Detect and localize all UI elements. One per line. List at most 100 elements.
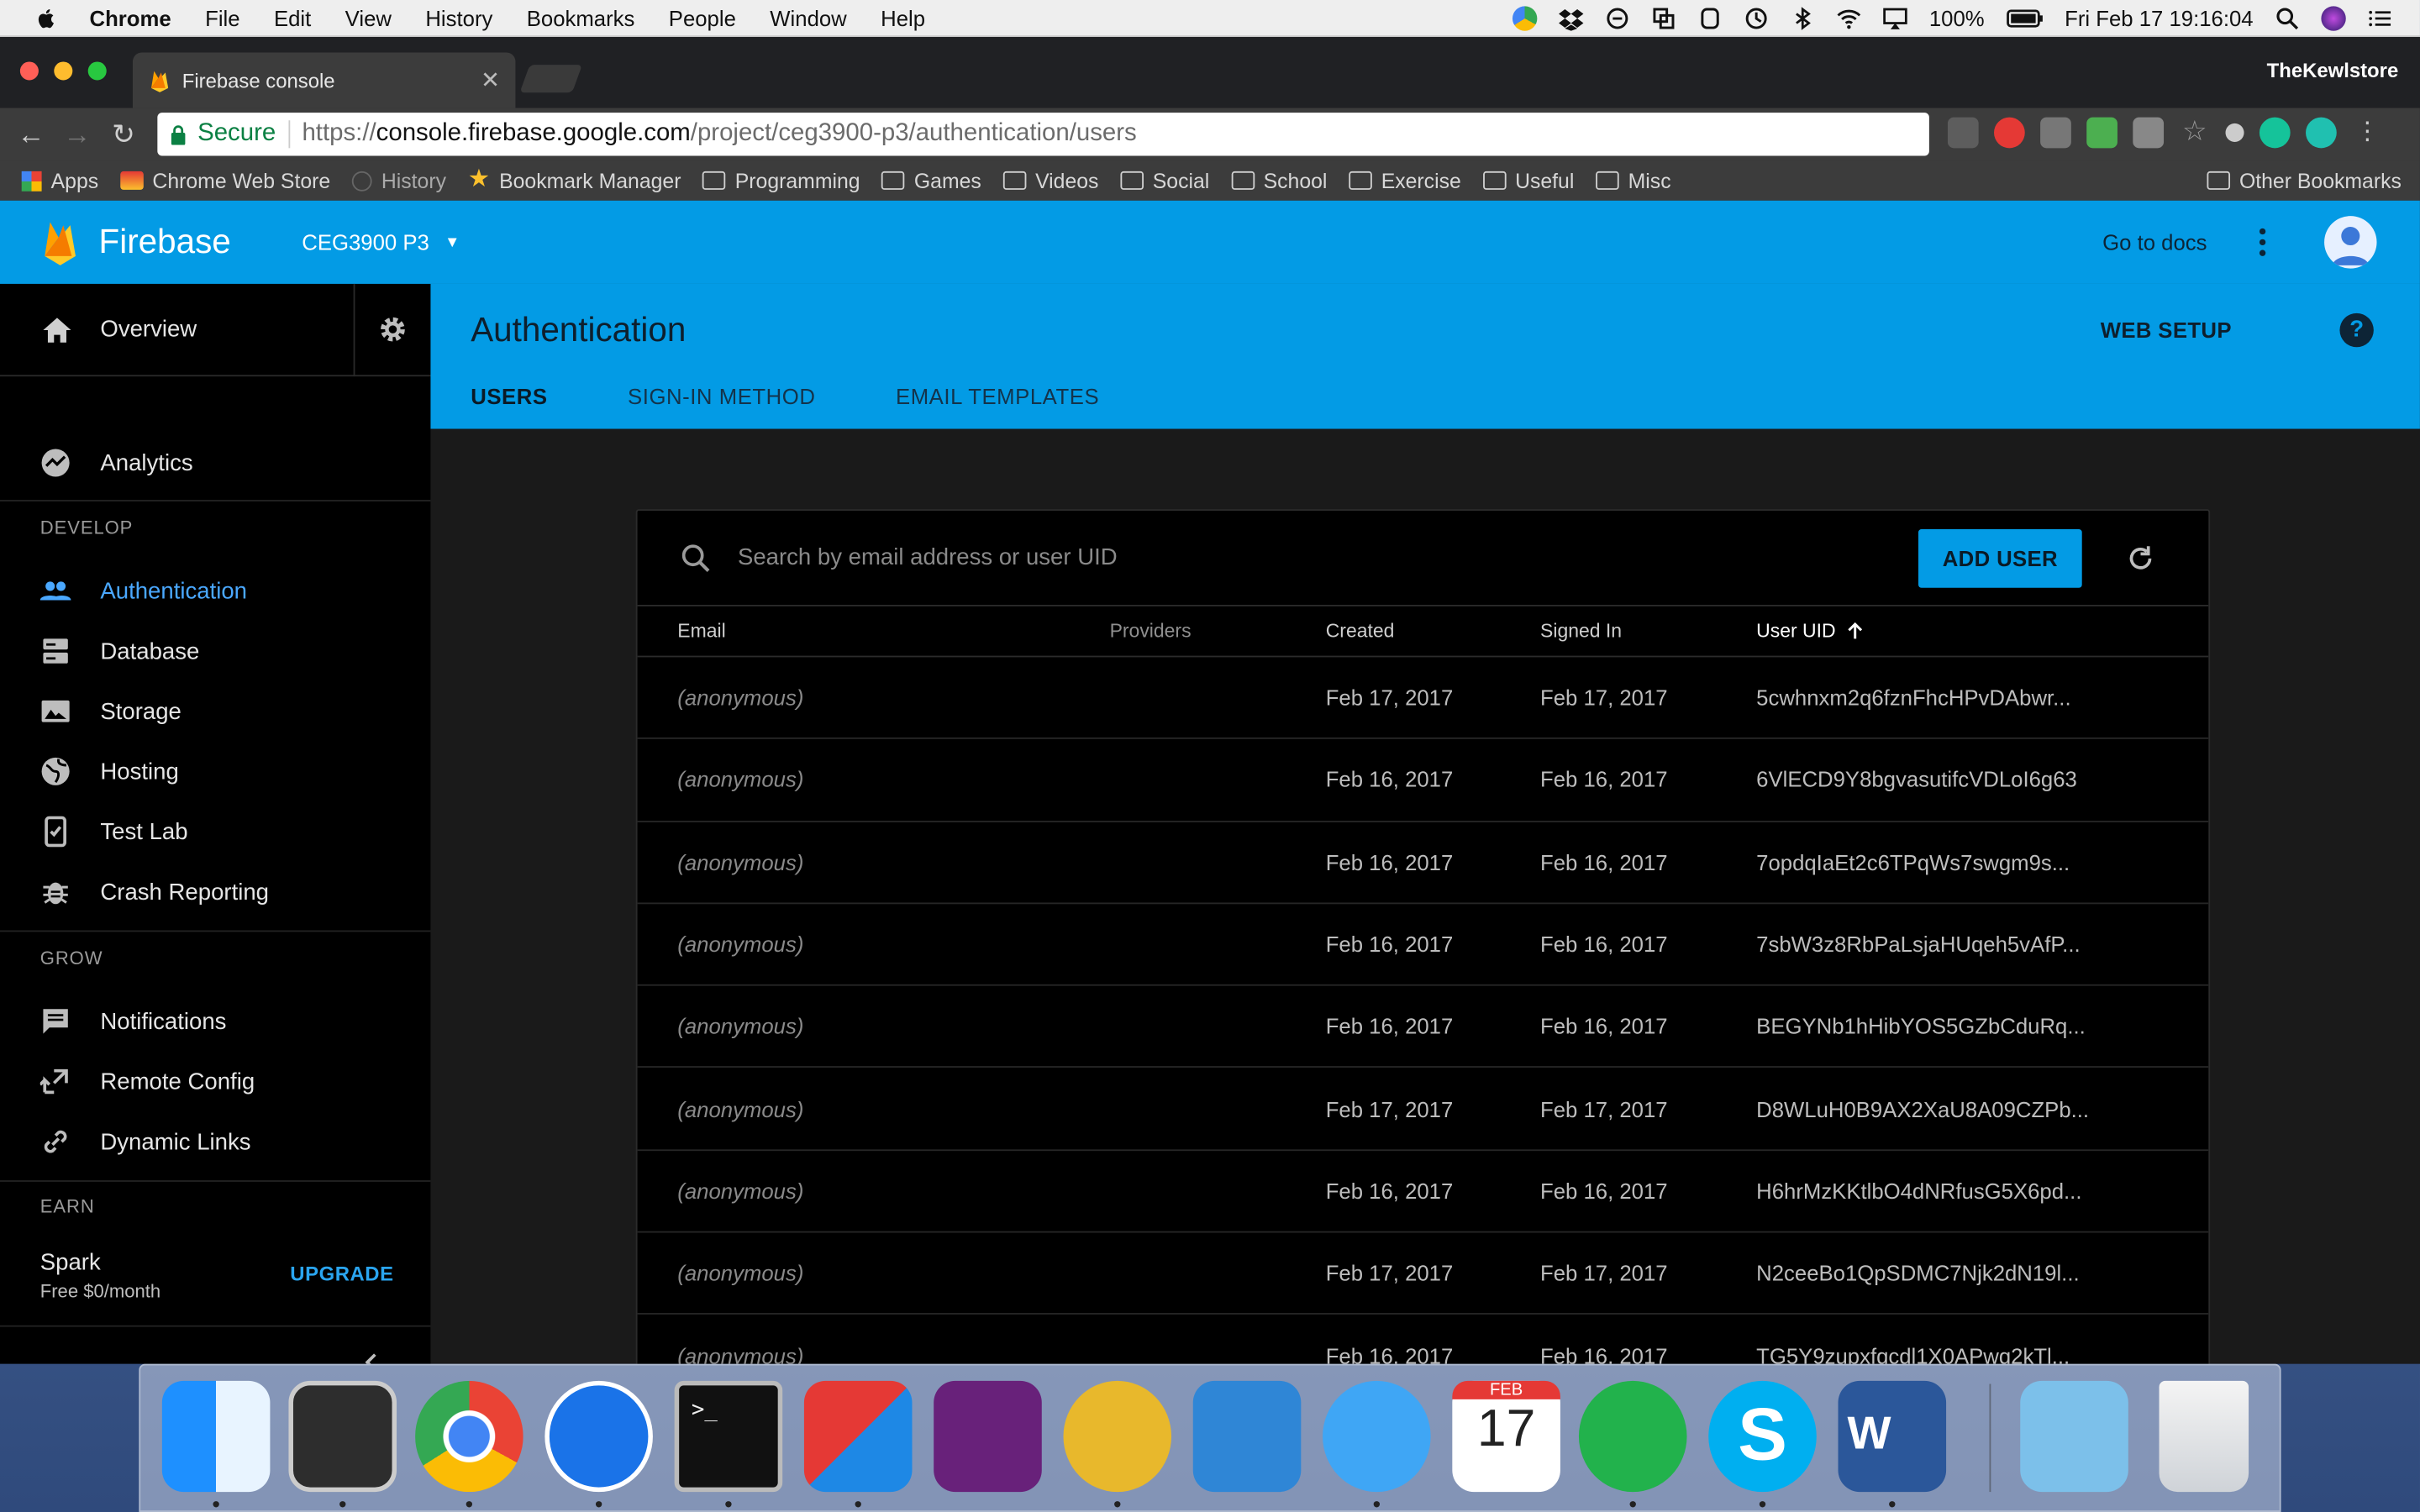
sync-icon[interactable] (1605, 5, 1629, 29)
sidebar-item-storage[interactable]: Storage (0, 690, 430, 732)
m-extension-icon[interactable] (2306, 117, 2337, 149)
table-row[interactable]: (anonymous) Feb 17, 2017 Feb 17, 2017 N2cee… (637, 1233, 2209, 1315)
wifi-icon[interactable] (1837, 5, 1861, 29)
sidebar-item-dynamic-links[interactable]: Dynamic Links (0, 1120, 430, 1163)
bookmark-folder-school[interactable]: School (1231, 169, 1327, 192)
css-extension-icon[interactable] (2133, 117, 2165, 149)
column-created[interactable]: Created (1326, 620, 1395, 642)
bookmark-chrome-web-store[interactable]: Chrome Web Store (119, 169, 330, 192)
font-extension-icon[interactable] (2040, 117, 2071, 149)
chevron-left-icon[interactable] (361, 1352, 383, 1364)
bookmark-folder-programming[interactable]: Programming (702, 169, 860, 192)
upgrade-link[interactable]: UPGRADE (290, 1262, 393, 1285)
xcode-icon[interactable] (1192, 1380, 1302, 1493)
bookmark-folder-misc[interactable]: Misc (1596, 169, 1671, 192)
apple-icon[interactable] (34, 5, 58, 29)
terminal-icon[interactable]: >_ (674, 1380, 783, 1493)
google-drive-icon[interactable] (1512, 5, 1538, 30)
account-avatar[interactable] (2324, 216, 2377, 269)
menu-app-name[interactable]: Chrome (90, 5, 171, 29)
table-row[interactable]: (anonymous) Feb 16, 2017 Feb 16, 2017 7opdq… (637, 822, 2209, 905)
chrome-menu-icon[interactable]: ⋮ (2352, 118, 2383, 149)
clock[interactable]: Fri Feb 17 19:16:04 (2065, 5, 2253, 29)
word-icon[interactable]: W (1838, 1380, 1947, 1493)
address-bar[interactable]: Secure https:// console.firebase.google.… (157, 113, 1929, 156)
chrome-profile-name[interactable]: TheKewlstore (2267, 59, 2399, 82)
visual-studio-icon[interactable] (934, 1380, 1042, 1493)
menu-help[interactable]: Help (881, 5, 925, 29)
table-row[interactable]: (anonymous) Feb 16, 2017 Feb 16, 2017 H6hrM… (637, 1151, 2209, 1233)
evernote-icon[interactable] (1697, 5, 1722, 29)
web-setup-button[interactable]: WEB SETUP (2101, 318, 2232, 342)
sidebar-item-test-lab[interactable]: Test Lab (0, 810, 430, 853)
forward-arrow-icon[interactable]: → (54, 118, 100, 151)
bookmark-folder-exercise[interactable]: Exercise (1349, 169, 1461, 192)
battery-icon[interactable] (2006, 5, 2043, 29)
bookmark-folder-games[interactable]: Games (881, 169, 981, 192)
bookmark-folder-useful[interactable]: Useful (1482, 169, 1574, 192)
sidebar-item-crash-reporting[interactable]: Crash Reporting (0, 870, 430, 913)
menu-bookmarks[interactable]: Bookmarks (527, 5, 635, 29)
table-row[interactable]: (anonymous) Feb 16, 2017 Feb 16, 2017 TG5Y9… (638, 1315, 2209, 1364)
skype-extension-icon[interactable] (1947, 117, 1979, 149)
sidebar-item-authentication[interactable]: Authentication (0, 570, 430, 612)
calendar-icon[interactable]: FEB 17 (1452, 1380, 1560, 1493)
tab-email-templates[interactable]: EMAIL TEMPLATES (855, 370, 1139, 433)
minimize-window-button[interactable] (54, 61, 73, 81)
sidebar-item-database[interactable]: Database (0, 629, 430, 672)
menu-people[interactable]: People (669, 5, 736, 29)
bookmark-folder-other[interactable]: Other Bookmarks (2207, 169, 2402, 192)
sidebar-item-analytics[interactable]: Analytics (0, 441, 430, 484)
firebase-logo-icon[interactable] (43, 219, 76, 265)
menu-history[interactable]: History (425, 5, 492, 29)
column-user-uid[interactable]: User UID (1756, 620, 1865, 642)
airmail-icon[interactable] (544, 1380, 653, 1493)
add-user-button[interactable]: ADD USER (1918, 528, 2082, 587)
reload-icon[interactable]: ↻ (100, 118, 146, 151)
bookmark-history[interactable]: History (351, 169, 446, 192)
bookmark-folder-social[interactable]: Social (1120, 169, 1209, 192)
sidebar-item-notifications[interactable]: Notifications (0, 1000, 430, 1042)
chrome-icon[interactable] (415, 1380, 523, 1493)
zoom-window-button[interactable] (87, 61, 107, 81)
menu-edit[interactable]: Edit (274, 5, 311, 29)
direct-mail-icon[interactable] (1578, 1380, 1687, 1493)
windows-icon[interactable] (1651, 5, 1676, 29)
table-row[interactable]: (anonymous) Feb 16, 2017 Feb 16, 2017 6VlEC… (637, 739, 2209, 822)
notification-center-icon[interactable] (2367, 5, 2391, 29)
spotlight-search-icon[interactable] (2275, 5, 2299, 29)
grid-extension-icon[interactable] (2086, 117, 2118, 149)
bookmark-star-icon[interactable]: ☆ (2179, 118, 2210, 149)
activity-monitor-icon[interactable] (288, 1380, 397, 1493)
table-row[interactable]: (anonymous) Feb 16, 2017 Feb 16, 2017 7sbW3… (637, 904, 2209, 986)
sidebar-item-overview[interactable]: Overview (0, 283, 431, 377)
bookmark-apps[interactable]: Apps (21, 169, 98, 192)
menu-window[interactable]: Window (770, 5, 846, 29)
column-signed-in[interactable]: Signed In (1540, 620, 1622, 642)
close-tab-icon[interactable]: ✕ (481, 66, 500, 94)
sidebar-item-hosting[interactable]: Hosting (0, 750, 430, 793)
finder-icon[interactable] (161, 1380, 271, 1493)
adblock-extension-icon[interactable] (1994, 117, 2025, 149)
tab-users[interactable]: USERS (430, 370, 588, 434)
trash-icon[interactable] (2159, 1380, 2249, 1493)
firebase-brand[interactable]: Firebase (99, 222, 231, 262)
time-machine-icon[interactable] (1744, 5, 1768, 29)
settings-button[interactable] (353, 283, 431, 376)
help-icon[interactable]: ? (2339, 312, 2374, 348)
project-selector[interactable]: CEG3900 P3 ▼ (302, 230, 460, 255)
circle-extension-icon[interactable] (2225, 123, 2244, 142)
go-to-docs-link[interactable]: Go to docs (2102, 230, 2207, 255)
airplay-icon[interactable] (1883, 5, 1907, 29)
browser-tab-firebase[interactable]: Firebase console ✕ (132, 52, 516, 108)
table-row[interactable]: (anonymous) Feb 17, 2017 Feb 17, 2017 5cwhn… (637, 657, 2209, 740)
bookmark-manager[interactable]: ★ Bookmark Manager (468, 167, 681, 192)
refresh-icon[interactable] (2125, 543, 2156, 574)
table-row[interactable]: (anonymous) Feb 16, 2017 Feb 16, 2017 BEGYN… (637, 986, 2209, 1068)
close-window-button[interactable] (19, 61, 39, 81)
back-arrow-icon[interactable]: ← (8, 118, 54, 151)
menu-view[interactable]: View (345, 5, 392, 29)
messages-icon[interactable] (1323, 1380, 1431, 1493)
skype-icon[interactable]: S (1708, 1380, 1817, 1493)
downloads-folder-icon[interactable] (2020, 1380, 2128, 1493)
